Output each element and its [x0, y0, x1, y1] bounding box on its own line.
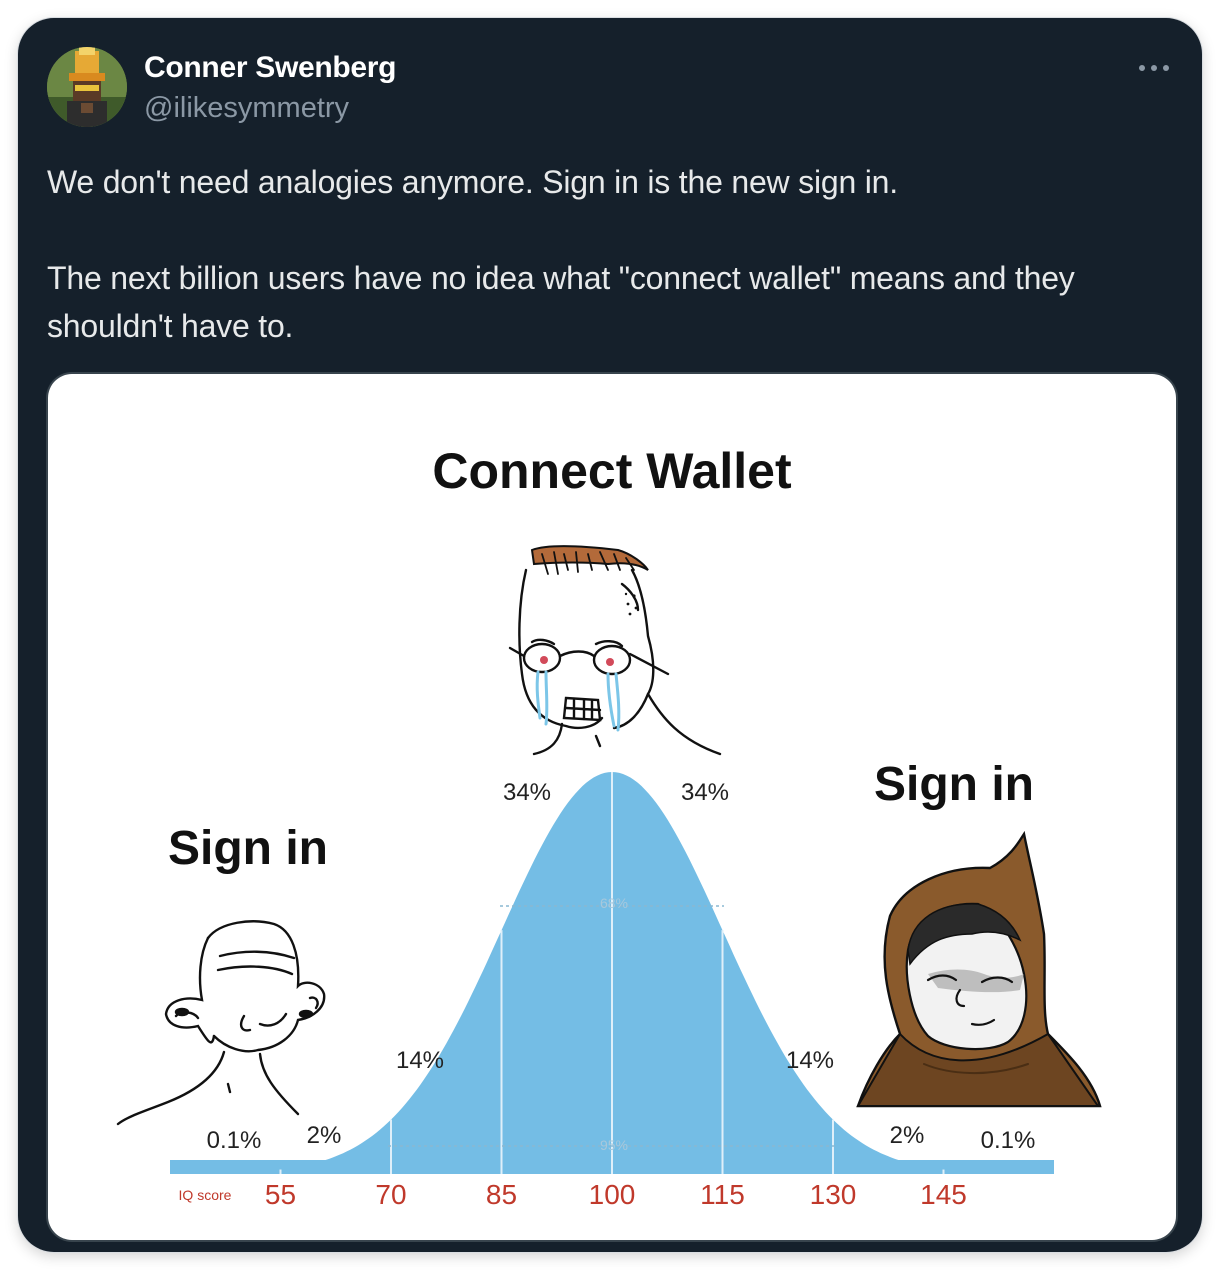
- x-tick-label: 115: [700, 1179, 745, 1210]
- pct-right-2: 2%: [890, 1122, 925, 1149]
- pct-left-2: 2%: [307, 1122, 342, 1149]
- avatar[interactable]: [47, 47, 127, 127]
- tweet-media-image[interactable]: Connect Wallet Sign in Sign in 68% 95% 0…: [48, 374, 1176, 1240]
- tweet-card: Conner Swenberg @ilikesymmetry We don't …: [18, 18, 1202, 1252]
- x-tick-label: 85: [486, 1179, 517, 1210]
- author-name[interactable]: Conner Swenberg: [144, 51, 397, 85]
- pct-center-right: 34%: [681, 779, 729, 806]
- meme-title: Connect Wallet: [432, 443, 792, 499]
- x-tick-label: 55: [265, 1179, 296, 1210]
- axis-title: IQ score: [179, 1187, 232, 1203]
- bald-wojak-drawing: [116, 920, 326, 1126]
- hooded-wojak-drawing: [856, 830, 1102, 1108]
- pct-far-right: 0.1%: [981, 1127, 1036, 1154]
- tweet-text-line-2: The next billion users have no idea what…: [47, 260, 1075, 344]
- tweet-text: We don't need analogies anymore. Sign in…: [47, 158, 1167, 350]
- avatar-image: [47, 47, 127, 127]
- band-95-label: 95%: [600, 1137, 628, 1153]
- pct-right-14: 14%: [786, 1047, 834, 1074]
- pct-center-left: 34%: [503, 779, 551, 806]
- curve-dividers: [279, 772, 945, 1174]
- x-tick-label: 70: [375, 1179, 406, 1210]
- x-tick-label: 145: [920, 1179, 967, 1210]
- pct-left-14: 14%: [396, 1047, 444, 1074]
- more-options-button[interactable]: [1134, 58, 1178, 78]
- x-tick-label: 100: [589, 1179, 636, 1210]
- more-horizontal-icon: [1139, 65, 1169, 71]
- iq-bell-curve-meme: Connect Wallet Sign in Sign in 68% 95% 0…: [116, 443, 1102, 1210]
- right-label: Sign in: [874, 758, 1034, 811]
- crying-nerd-wojak-drawing: [508, 545, 722, 756]
- pct-far-left: 0.1%: [207, 1127, 262, 1154]
- author-handle[interactable]: @ilikesymmetry: [144, 92, 349, 125]
- tweet-text-line-1: We don't need analogies anymore. Sign in…: [47, 164, 898, 200]
- left-label: Sign in: [168, 822, 328, 875]
- band-68-label: 68%: [600, 895, 628, 911]
- x-axis-ticks: 55 70 85 100 115 130 145: [265, 1179, 967, 1210]
- x-tick-label: 130: [810, 1179, 857, 1210]
